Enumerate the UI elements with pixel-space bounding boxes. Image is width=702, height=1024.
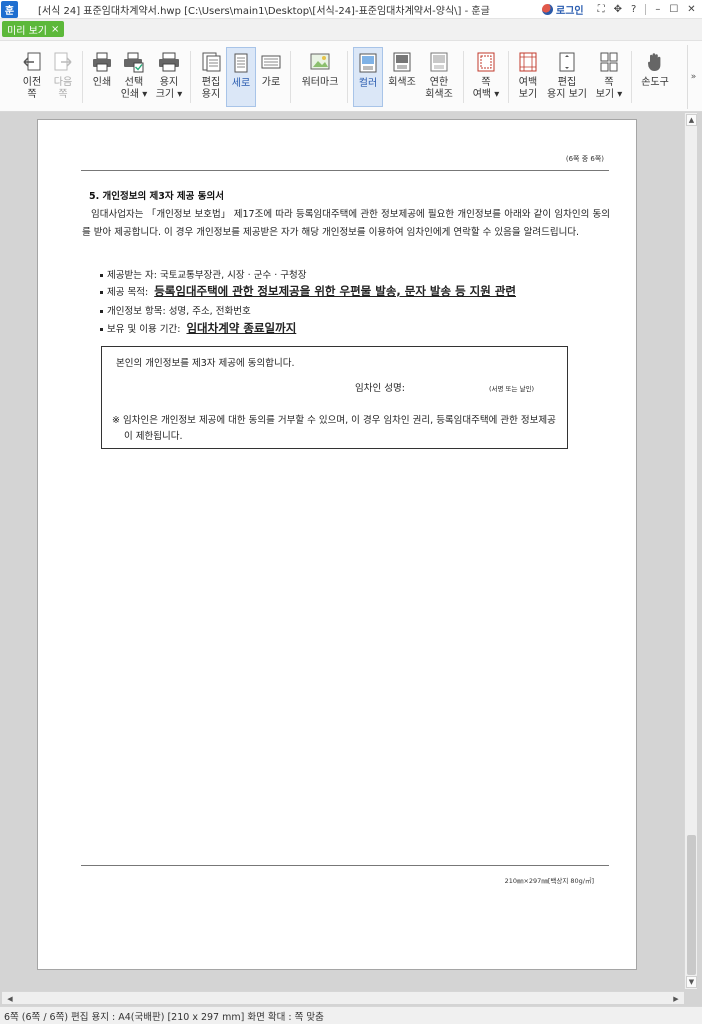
page-margin-icon [477,52,495,72]
print-button[interactable]: 인쇄 [87,47,117,107]
ribbon-divider [463,51,464,103]
tab-preview-label: 미리 보기 [7,25,47,37]
ribbon-divider [290,51,291,103]
app-icon[interactable]: 훈 [1,0,18,18]
bullet-purpose: 제공 목적: 등록임대주택에 관한 정보제공을 위한 우편물 발송, 문자 발송… [100,283,516,299]
hand-icon [647,53,661,71]
edit-paper-view-button[interactable]: 편집 용지 보기 [545,47,589,107]
login-icon [542,3,553,15]
ribbon-divider [508,51,509,103]
status-bar: 6쪽 (6쪽 / 6쪽) 편집 용지 : A4(국배판) [210 x 297 … [0,1006,702,1024]
page-view-icon [600,52,618,72]
landscape-icon [261,55,281,69]
login-button[interactable]: 로그인 [542,2,584,17]
watermark-icon [310,53,330,70]
minimize-button[interactable]: – [655,4,660,15]
tab-strip: 미리 보기 × [0,19,702,40]
page-number: (6쪽 중 6쪽) [565,155,604,163]
vertical-scrollbar[interactable]: ▲ ▼ [684,113,697,989]
light-grayscale-button[interactable]: 연한 회색조 [421,47,457,107]
status-text: 6쪽 (6쪽 / 6쪽) 편집 용지 : A4(국배판) [210 x 297 … [4,1011,324,1023]
page-view-button[interactable]: 쪽 보기 ▾ [592,47,626,107]
scroll-left-icon[interactable]: ◀ [4,993,16,1004]
landscape-button[interactable]: 가로 [257,47,285,107]
tenant-name-label: 임차인 성명: [355,383,405,394]
consent-statement: 본인의 개인정보를 제3자 제공에 동의합니다. [116,358,295,369]
next-page-button[interactable]: 다음 쪽 [47,47,79,107]
paper-size-button[interactable]: 용지 크기 ▾ [153,47,185,107]
ribbon-divider [190,51,191,103]
fullscreen-icon[interactable]: ⛶ [598,4,605,15]
consent-note: ※ 임차인은 개인정보 제공에 대한 동의를 거부할 수 있으며, 이 경우 임… [112,415,556,442]
scroll-up-icon[interactable]: ▲ [686,114,697,126]
paper-size-icon [159,52,179,72]
maximize-button[interactable]: ☐ [669,4,678,15]
section-title: 5. 개인정보의 제3자 제공 동의서 [89,191,224,202]
bullet-recipient: 제공받는 자: 국토교통부장관, 시장 · 군수 · 구청장 [100,267,306,281]
prev-page-button[interactable]: 이전 쪽 [16,47,48,107]
light-gray-icon [430,52,448,72]
portrait-icon [234,53,248,73]
footer-rule [81,865,609,866]
bullet-dot [100,310,103,313]
horizontal-scrollbar[interactable]: ◀ ▶ [2,991,684,1004]
print-select-button[interactable]: 선택 인쇄 ▾ [118,47,150,107]
bullet-items: 개인정보 항목: 성명, 주소, 전화번호 [100,303,251,317]
move-icon[interactable]: ✥ [614,4,622,15]
ribbon-more-button[interactable]: » [687,45,699,109]
document-page: (6쪽 중 6쪽) 5. 개인정보의 제3자 제공 동의서 임대사업자는 「개인… [37,119,637,970]
print-select-icon [124,52,144,73]
margin-view-button[interactable]: 여백 보기 [511,47,545,107]
document-workspace: (6쪽 중 6쪽) 5. 개인정보의 제3자 제공 동의서 임대사업자는 「개인… [0,113,684,991]
help-icon[interactable]: ? [631,4,636,15]
title-bar: 훈 [서식 24] 표준임대차계약서.hwp [C:\Users\main1\D… [0,0,702,19]
tab-preview[interactable]: 미리 보기 × [2,21,65,37]
ribbon-divider [347,51,348,103]
grayscale-icon [393,52,411,72]
bullet-dot [100,328,103,331]
close-button[interactable]: ✕ [687,4,695,15]
prev-page-icon [23,52,41,71]
printer-icon [93,52,111,72]
ribbon-divider [82,51,83,103]
ribbon-toolbar: 이전 쪽 다음 쪽 인쇄 선택 인쇄 ▾ 용지 크기 ▾ 편집 용지 세로 가로… [0,40,702,112]
header-rule [81,170,609,171]
paper-spec-footer: 210㎜×297㎜[백상지 80g/㎡] [504,877,594,885]
signature-hint: (서명 또는 날인) [489,385,535,393]
next-page-icon [54,52,72,71]
scroll-right-icon[interactable]: ▶ [670,993,682,1004]
hand-tool-button[interactable]: 손도구 [637,47,673,107]
bullet-dot [100,291,103,294]
bullet-dot [100,274,103,277]
color-icon [359,53,377,73]
edit-paper-button[interactable]: 편집 용지 [196,47,226,107]
titlebar-divider [645,3,647,15]
intro-paragraph: 임대사업자는 「개인정보 보호법」 제17조에 따라 등록임대주택에 관한 정보… [82,209,610,238]
edit-paper-icon [202,52,221,72]
window-title: [서식 24] 표준임대차계약서.hwp [C:\Users\main1\Des… [38,5,490,17]
grayscale-button[interactable]: 회색조 [385,47,419,107]
consent-box: 본인의 개인정보를 제3자 제공에 동의합니다. 임차인 성명: (서명 또는 … [101,346,568,449]
login-label: 로그인 [556,5,584,17]
watermark-button[interactable]: 워터마크 [300,47,340,107]
tab-close-icon[interactable]: × [51,24,59,35]
ribbon-divider [631,51,632,103]
color-button[interactable]: 컬러 [353,47,383,107]
page-margin-button[interactable]: 쪽 여백 ▾ [469,47,503,107]
bullet-retention: 보유 및 이용 기간: 임대차계약 종료일까지 [100,320,296,336]
margin-view-icon [519,52,537,72]
scroll-down-icon[interactable]: ▼ [686,976,697,988]
vertical-scroll-thumb[interactable] [687,835,696,975]
portrait-button[interactable]: 세로 [226,47,256,107]
edit-paper-view-icon [559,52,575,72]
